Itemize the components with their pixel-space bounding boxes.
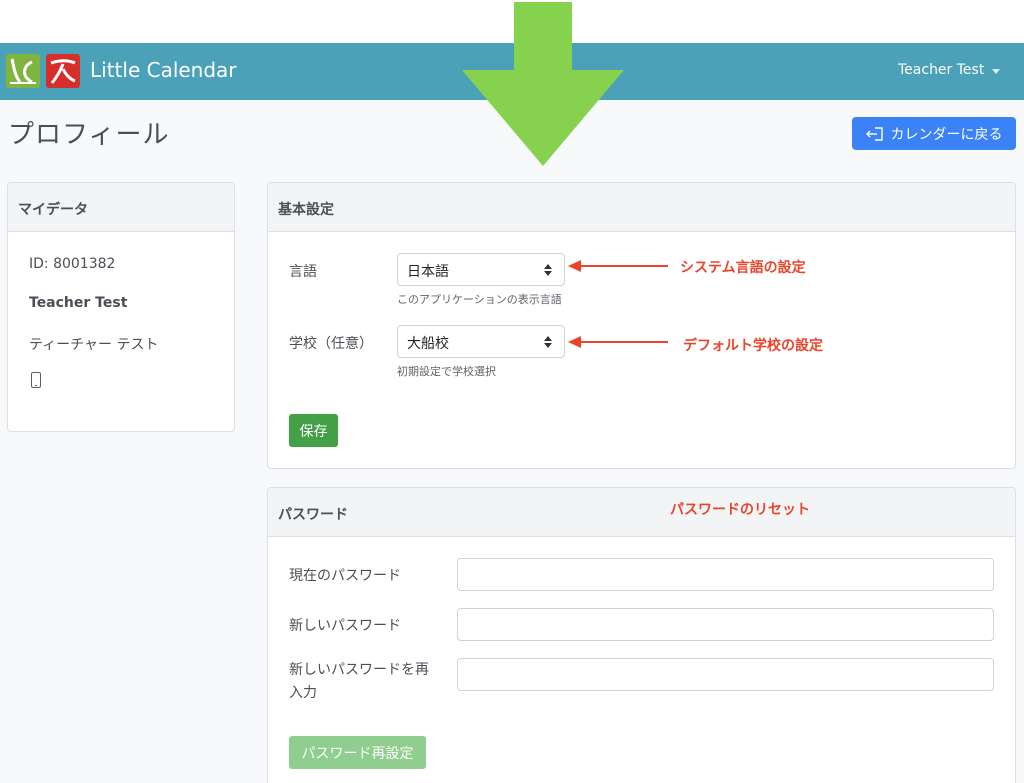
annotation-overlay <box>462 2 668 348</box>
down-arrow-icon <box>462 2 624 166</box>
language-annotation: システム言語の設定 <box>680 260 806 276</box>
left-arrow-icon <box>568 260 668 272</box>
school-annotation: デフォルト学校の設定 <box>683 338 823 354</box>
left-arrow-icon <box>568 336 668 348</box>
password-annotation: パスワードのリセット <box>670 502 810 518</box>
